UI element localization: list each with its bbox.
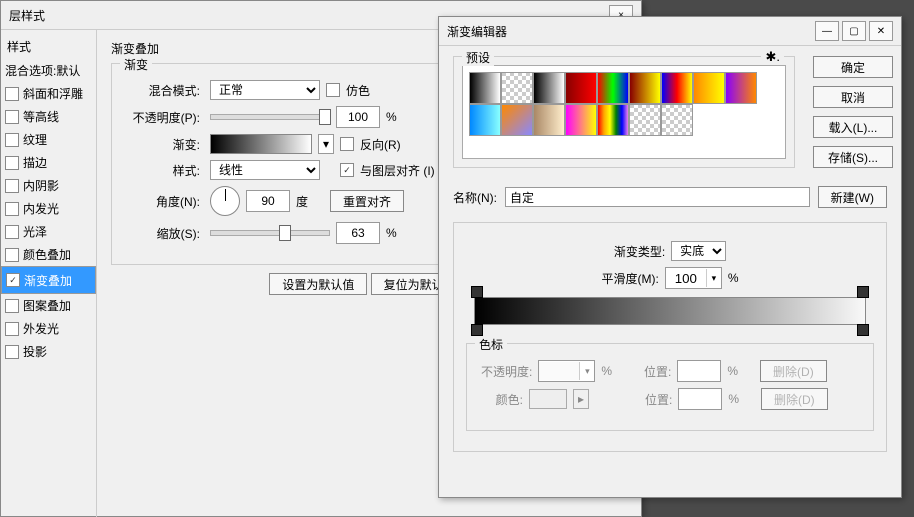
preset-swatch[interactable] (565, 104, 597, 136)
blending-options[interactable]: 混合选项:默认 (1, 59, 96, 82)
sidebar-item[interactable]: 图案叠加 (1, 294, 96, 317)
color-stop-left[interactable] (471, 324, 483, 336)
sidebar-item[interactable]: 光泽 (1, 220, 96, 243)
stop-opacity-input[interactable]: ▾ (538, 360, 595, 382)
delete-opacity-stop-button[interactable]: 删除(D) (760, 360, 827, 382)
gradient-bar[interactable] (474, 297, 866, 325)
delete-color-stop-button[interactable]: 删除(D) (761, 388, 828, 410)
close-icon[interactable]: ✕ (869, 21, 893, 41)
editor-buttons: 确定 取消 载入(L)... 存储(S)... (803, 46, 903, 182)
presets-grid (462, 65, 786, 159)
sidebar-item[interactable]: 内发光 (1, 197, 96, 220)
save-button[interactable]: 存储(S)... (813, 146, 893, 168)
new-button[interactable]: 新建(W) (818, 186, 887, 208)
preset-swatch[interactable] (501, 104, 533, 136)
minimize-icon[interactable]: — (815, 21, 839, 41)
preset-swatch[interactable] (661, 72, 693, 104)
reverse-checkbox[interactable] (340, 137, 354, 151)
ok-button[interactable]: 确定 (813, 56, 893, 78)
title: 渐变编辑器 (447, 23, 507, 40)
style-checkbox[interactable] (5, 299, 19, 313)
align-checkbox[interactable] (340, 163, 354, 177)
scale-slider[interactable] (210, 230, 330, 236)
color-picker-icon[interactable]: ▸ (573, 389, 589, 409)
preset-swatch[interactable] (597, 72, 629, 104)
style-checkbox[interactable] (5, 225, 19, 239)
stop-color-swatch[interactable] (529, 389, 567, 409)
sidebar-item[interactable]: 描边 (1, 151, 96, 174)
style-checkbox[interactable] (5, 248, 19, 262)
sidebar-item[interactable]: 斜面和浮雕 (1, 82, 96, 105)
sidebar-item[interactable]: 内阴影 (1, 174, 96, 197)
load-button[interactable]: 载入(L)... (813, 116, 893, 138)
sidebar-item[interactable]: 外发光 (1, 317, 96, 340)
angle-input[interactable] (246, 190, 290, 212)
preset-swatch[interactable] (501, 72, 533, 104)
preset-swatch[interactable] (533, 72, 565, 104)
opacity-slider[interactable] (210, 114, 330, 120)
style-checkbox[interactable] (5, 156, 19, 170)
style-checkbox[interactable] (5, 202, 19, 216)
color-position-input[interactable] (678, 388, 722, 410)
gradient-name-input[interactable] (505, 187, 810, 207)
preset-swatch[interactable] (565, 72, 597, 104)
make-default-button[interactable]: 设置为默认值 (269, 273, 367, 295)
gradient-style-select[interactable]: 线性 (210, 160, 320, 180)
gradient-editor-titlebar[interactable]: 渐变编辑器 — ▢ ✕ (439, 17, 901, 46)
angle-dial[interactable] (210, 186, 240, 216)
opacity-stop-left[interactable] (471, 286, 483, 298)
gradient-subtitle: 渐变 (120, 56, 152, 73)
style-checkbox[interactable] (5, 345, 19, 359)
preset-swatch[interactable] (597, 104, 629, 136)
preset-swatch[interactable] (725, 72, 757, 104)
scale-input[interactable] (336, 222, 380, 244)
preset-swatch[interactable] (629, 104, 661, 136)
reset-alignment-button[interactable]: 重置对齐 (330, 190, 404, 212)
style-checkbox[interactable] (5, 87, 19, 101)
style-checkbox[interactable] (5, 110, 19, 124)
preset-swatch[interactable] (469, 72, 501, 104)
color-stop-right[interactable] (857, 324, 869, 336)
style-checkbox[interactable] (5, 133, 19, 147)
preset-swatch[interactable] (469, 104, 501, 136)
sidebar-item[interactable]: 颜色叠加 (1, 243, 96, 266)
stop-position-input[interactable] (677, 360, 721, 382)
gradient-preview[interactable] (210, 134, 312, 154)
opacity-input[interactable] (336, 106, 380, 128)
preset-swatch[interactable] (661, 104, 693, 136)
gradient-type-select[interactable]: 实底 (671, 241, 726, 261)
blend-mode-select[interactable]: 正常 (210, 80, 320, 100)
gradient-dropdown-icon[interactable]: ▾ (318, 134, 334, 154)
preset-swatch[interactable] (533, 104, 565, 136)
title: 层样式 (9, 7, 45, 24)
sidebar-item[interactable]: 渐变叠加 (1, 266, 96, 294)
sidebar-item[interactable]: 等高线 (1, 105, 96, 128)
maximize-icon[interactable]: ▢ (842, 21, 866, 41)
style-checkbox[interactable] (5, 322, 19, 336)
preset-swatch[interactable] (693, 72, 725, 104)
preset-swatch[interactable] (629, 72, 661, 104)
dither-checkbox[interactable] (326, 83, 340, 97)
gradient-editor-dialog: 渐变编辑器 — ▢ ✕ 预设 ✱. 确定 取消 载入(L)... 存储(S)..… (438, 16, 902, 498)
style-checkbox[interactable] (6, 273, 20, 287)
styles-sidebar: 样式 混合选项:默认 斜面和浮雕等高线纹理描边内阴影内发光光泽颜色叠加渐变叠加图… (1, 30, 97, 517)
smoothness-input[interactable]: ▾ (665, 267, 722, 289)
sidebar-item[interactable]: 纹理 (1, 128, 96, 151)
cancel-button[interactable]: 取消 (813, 86, 893, 108)
gear-icon[interactable]: ✱. (761, 49, 784, 65)
style-checkbox[interactable] (5, 179, 19, 193)
sidebar-item[interactable]: 投影 (1, 340, 96, 363)
styles-header: 样式 (1, 34, 96, 59)
opacity-stop-right[interactable] (857, 286, 869, 298)
